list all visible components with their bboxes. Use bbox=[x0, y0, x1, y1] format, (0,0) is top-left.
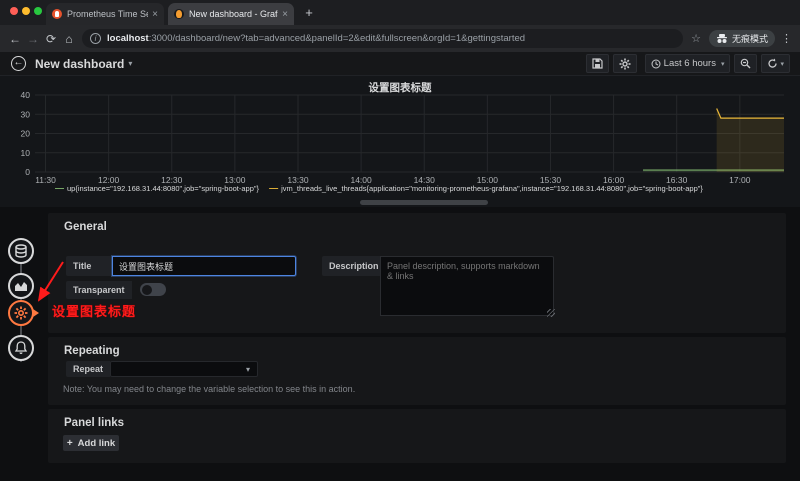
graph-panel: 设置图表标题 01020304011:3012:0012:3013:0013:3… bbox=[0, 75, 800, 207]
repeating-section: Repeating Repeat ▾ Note: You may need to… bbox=[48, 337, 786, 405]
svg-text:17:00: 17:00 bbox=[729, 175, 751, 185]
window-minimize-button[interactable] bbox=[22, 7, 30, 15]
legend-series-name: jvm_threads_live_threads{application="mo… bbox=[281, 184, 703, 193]
browser-toolbar: ← → ⟳ ⌂ i localhost:3000/dashboard/new?t… bbox=[0, 25, 800, 52]
panel-edit-area: 设置图表标题 General Title Transparent Descrip… bbox=[0, 207, 800, 481]
annotation-text: 设置图表标题 bbox=[52, 301, 136, 320]
dashboard-settings-button[interactable] bbox=[613, 54, 637, 73]
svg-text:10: 10 bbox=[21, 148, 31, 158]
tab-close-icon[interactable]: × bbox=[152, 9, 158, 20]
active-tab-pointer bbox=[33, 309, 39, 317]
repeating-note: Note: You may need to change the variabl… bbox=[63, 384, 355, 394]
dashboard-back-button[interactable]: ← bbox=[11, 56, 26, 71]
queries-icon bbox=[14, 244, 28, 258]
browser-tab-prometheus[interactable]: Prometheus Time Series Colle × bbox=[46, 3, 164, 25]
time-range-label: Last 6 hours bbox=[664, 58, 716, 69]
window-zoom-button[interactable] bbox=[34, 7, 42, 15]
refresh-icon bbox=[767, 58, 778, 69]
forward-icon[interactable]: → bbox=[24, 32, 42, 46]
browser-tabstrip: Prometheus Time Series Colle × New dashb… bbox=[0, 0, 800, 25]
svg-text:30: 30 bbox=[21, 109, 31, 119]
save-icon bbox=[592, 58, 603, 69]
legend-series-swatch: — bbox=[55, 183, 64, 193]
toggle-knob bbox=[142, 285, 152, 295]
title-field-label: Title bbox=[66, 256, 112, 276]
bookmark-star-icon[interactable]: ☆ bbox=[691, 32, 701, 45]
tab-title: Prometheus Time Series Colle bbox=[67, 9, 148, 19]
window-close-button[interactable] bbox=[10, 7, 18, 15]
svg-text:11:30: 11:30 bbox=[35, 175, 56, 185]
alert-bell-icon bbox=[14, 341, 28, 355]
url-path: :3000/dashboard/new?tab=advanced&panelId… bbox=[149, 33, 525, 44]
tab-queries[interactable] bbox=[8, 238, 34, 264]
tab-visualization[interactable] bbox=[8, 273, 34, 299]
refresh-caret-icon: ▾ bbox=[780, 60, 784, 68]
svg-text:20: 20 bbox=[21, 129, 31, 139]
legend-item[interactable]: —jvm_threads_live_threads{application="m… bbox=[269, 183, 703, 193]
home-icon[interactable]: ⌂ bbox=[60, 32, 78, 46]
incognito-icon bbox=[716, 34, 728, 44]
textarea-resize-grip[interactable] bbox=[547, 309, 555, 317]
transparent-label: Transparent bbox=[66, 281, 132, 299]
panel-links-section: Panel links + Add link bbox=[48, 409, 786, 463]
chart-legend: —up{instance="192.168.31.44:8080",job="s… bbox=[55, 183, 713, 193]
repeat-select[interactable]: ▾ bbox=[110, 361, 258, 377]
panel-links-heading: Panel links bbox=[48, 409, 786, 429]
plus-icon: + bbox=[67, 438, 73, 449]
url-text: localhost:3000/dashboard/new?tab=advance… bbox=[107, 33, 525, 44]
address-bar[interactable]: i localhost:3000/dashboard/new?tab=advan… bbox=[82, 29, 683, 48]
general-gear-icon bbox=[14, 306, 28, 320]
new-tab-button[interactable]: + bbox=[301, 5, 317, 21]
repeat-caret-icon: ▾ bbox=[246, 365, 250, 374]
repeat-label: Repeat bbox=[66, 361, 110, 377]
add-link-label: Add link bbox=[78, 438, 115, 449]
grafana-navbar: ← New dashboard ▾ bbox=[0, 52, 800, 75]
description-textarea[interactable] bbox=[380, 256, 554, 316]
url-host: localhost bbox=[107, 33, 149, 44]
time-picker-button[interactable]: Last 6 hours ▾ bbox=[645, 54, 731, 73]
tab-alert[interactable] bbox=[8, 335, 34, 361]
add-link-button[interactable]: + Add link bbox=[63, 435, 119, 451]
clock-icon bbox=[651, 59, 661, 69]
panel-title-input[interactable] bbox=[112, 256, 296, 276]
incognito-label: 无痕模式 bbox=[732, 32, 768, 45]
general-heading: General bbox=[48, 213, 786, 233]
legend-series-name: up{instance="192.168.31.44:8080",job="sp… bbox=[67, 184, 259, 193]
time-series-chart[interactable]: 01020304011:3012:0012:3013:0013:3014:001… bbox=[0, 76, 800, 191]
zoom-out-icon bbox=[740, 58, 751, 69]
svg-text:40: 40 bbox=[21, 90, 31, 100]
tab-general[interactable] bbox=[8, 300, 34, 326]
time-picker-caret-icon: ▾ bbox=[721, 60, 725, 68]
refresh-button[interactable]: ▾ bbox=[761, 54, 790, 73]
transparent-toggle[interactable] bbox=[140, 283, 166, 296]
visualization-icon bbox=[14, 279, 28, 293]
svg-text:0: 0 bbox=[25, 167, 30, 177]
screen: Prometheus Time Series Colle × New dashb… bbox=[0, 0, 800, 481]
grafana-favicon bbox=[174, 9, 184, 19]
dashboard-title-caret-icon[interactable]: ▾ bbox=[128, 59, 132, 68]
back-icon[interactable]: ← bbox=[6, 32, 24, 46]
repeating-heading: Repeating bbox=[48, 337, 786, 357]
general-section: General Title Transparent Description bbox=[48, 213, 786, 333]
description-label: Description bbox=[322, 256, 380, 276]
save-dashboard-button[interactable] bbox=[586, 54, 609, 73]
gear-icon bbox=[619, 58, 631, 70]
legend-item[interactable]: —up{instance="192.168.31.44:8080",job="s… bbox=[55, 183, 259, 193]
zoom-out-button[interactable] bbox=[734, 54, 757, 73]
reload-icon[interactable]: ⟳ bbox=[42, 32, 60, 46]
browser-menu-icon[interactable]: ⋮ bbox=[781, 32, 792, 45]
prometheus-favicon bbox=[52, 9, 62, 19]
dashboard-title[interactable]: New dashboard bbox=[35, 57, 124, 71]
incognito-badge: 无痕模式 bbox=[709, 30, 775, 47]
tab-close-icon[interactable]: × bbox=[282, 9, 288, 20]
site-info-icon[interactable]: i bbox=[90, 33, 101, 44]
tab-title: New dashboard - Grafana bbox=[189, 9, 278, 19]
legend-series-swatch: — bbox=[269, 183, 278, 193]
browser-tab-grafana[interactable]: New dashboard - Grafana × bbox=[168, 3, 294, 25]
panel-resize-handle[interactable] bbox=[360, 200, 488, 205]
